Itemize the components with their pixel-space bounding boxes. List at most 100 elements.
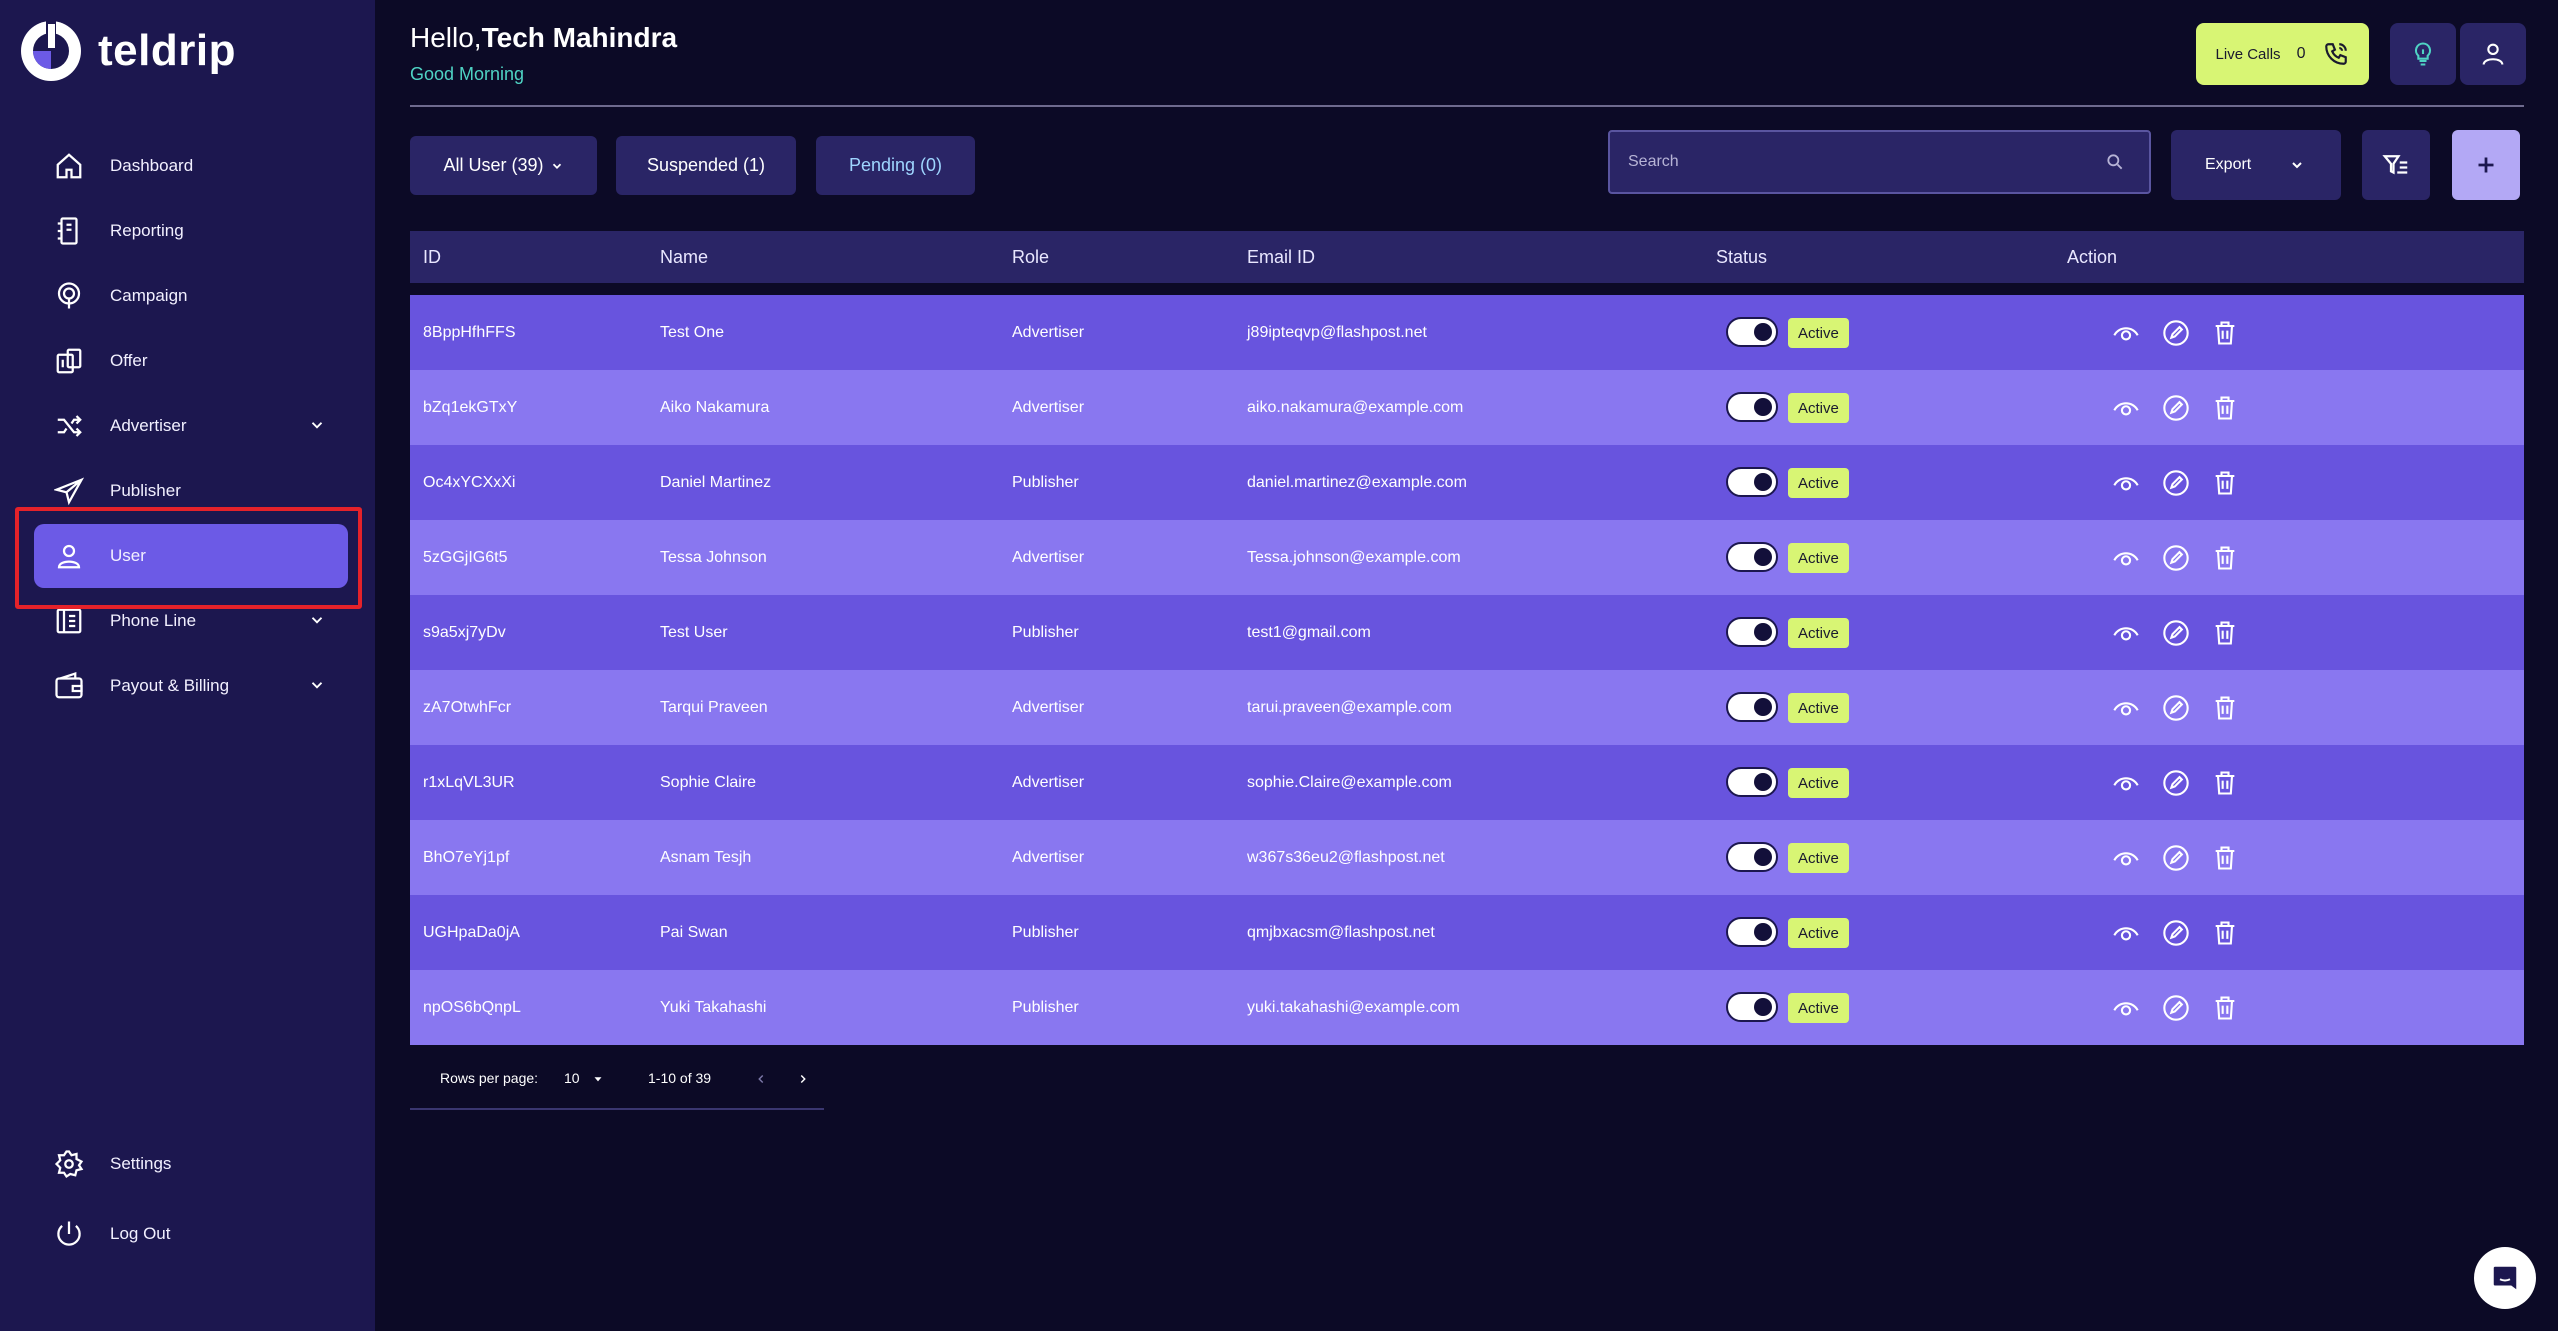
tips-button[interactable] — [2390, 23, 2456, 85]
chevron-down-icon[interactable] — [308, 416, 326, 434]
sidebar-item-advertiser[interactable]: Advertiser — [34, 394, 348, 458]
header-divider — [410, 105, 2524, 107]
sidebar-item-offer[interactable]: Offer — [34, 329, 348, 393]
export-button[interactable]: Export — [2171, 130, 2341, 200]
delete-button[interactable] — [2211, 694, 2239, 722]
status-toggle[interactable] — [1726, 467, 1778, 497]
delete-button[interactable] — [2211, 769, 2239, 797]
sidebar-item-label: Reporting — [110, 221, 184, 240]
column-header-email[interactable]: Email ID — [1247, 247, 1315, 268]
edit-button[interactable] — [2162, 469, 2190, 497]
status-toggle[interactable] — [1726, 767, 1778, 797]
live-calls-button[interactable]: Live Calls 0 — [2196, 23, 2369, 85]
sidebar-item-logout[interactable]: Log Out — [34, 1202, 348, 1266]
brand-logo[interactable]: teldrip — [18, 18, 236, 84]
status-toggle[interactable] — [1726, 542, 1778, 572]
edit-button[interactable] — [2162, 844, 2190, 872]
delete-button[interactable] — [2211, 394, 2239, 422]
profile-button[interactable] — [2460, 23, 2526, 85]
filter-button[interactable] — [2362, 130, 2430, 200]
sidebar-item-label: Payout & Billing — [110, 676, 230, 695]
view-button[interactable] — [2112, 694, 2140, 722]
status-toggle[interactable] — [1726, 992, 1778, 1022]
page-range: 1-10 of 39 — [648, 1070, 712, 1086]
edit-button[interactable] — [2162, 919, 2190, 947]
chevron-left-icon — [758, 1074, 764, 1084]
prev-page-button[interactable] — [754, 1072, 768, 1089]
status-toggle[interactable] — [1726, 917, 1778, 947]
chevron-down-icon[interactable] — [308, 611, 326, 629]
cell-role: Advertiser — [1012, 398, 1085, 416]
chevron-down-icon[interactable] — [308, 676, 326, 694]
column-header-status[interactable]: Status — [1716, 247, 1767, 268]
status-toggle[interactable] — [1726, 392, 1778, 422]
filter-all-user-button[interactable]: All User (39) — [410, 136, 597, 195]
edit-icon — [2163, 845, 2189, 871]
delete-button[interactable] — [2211, 469, 2239, 497]
edit-button[interactable] — [2162, 694, 2190, 722]
status-toggle[interactable] — [1726, 317, 1778, 347]
edit-button[interactable] — [2162, 994, 2190, 1022]
rows-per-page-select[interactable]: 10 — [564, 1070, 605, 1086]
status-toggle[interactable] — [1726, 617, 1778, 647]
column-header-role[interactable]: Role — [1012, 247, 1049, 268]
status-badge: Active — [1788, 618, 1849, 648]
edit-button[interactable] — [2162, 619, 2190, 647]
view-button[interactable] — [2112, 469, 2140, 497]
delete-button[interactable] — [2211, 619, 2239, 647]
status-toggle[interactable] — [1726, 692, 1778, 722]
view-button[interactable] — [2112, 994, 2140, 1022]
table-row: 5zGGjIG6t5 Tessa Johnson Advertiser Tessa.j… — [410, 520, 2524, 595]
sidebar: teldrip Dashboard Reporting Campaign Off… — [0, 0, 375, 1331]
wallet-icon — [54, 671, 84, 701]
next-page-button[interactable] — [796, 1072, 810, 1089]
status-badge: Active — [1788, 693, 1849, 723]
table-row: BhO7eYj1pf Asnam Tesjh Advertiser w367s36eu… — [410, 820, 2524, 895]
phone-call-icon — [2325, 43, 2348, 65]
delete-button[interactable] — [2211, 319, 2239, 347]
edit-button[interactable] — [2162, 544, 2190, 572]
add-user-button[interactable] — [2452, 130, 2520, 200]
edit-icon — [2163, 470, 2189, 496]
column-header-name[interactable]: Name — [660, 247, 708, 268]
sidebar-item-reporting[interactable]: Reporting — [34, 199, 348, 263]
trash-icon — [2215, 771, 2235, 795]
view-button[interactable] — [2112, 919, 2140, 947]
sidebar-item-dashboard[interactable]: Dashboard — [34, 134, 348, 198]
view-button[interactable] — [2112, 319, 2140, 347]
sidebar-item-payout-billing[interactable]: Payout & Billing — [34, 654, 348, 718]
delete-button[interactable] — [2211, 844, 2239, 872]
edit-icon — [2163, 995, 2189, 1021]
column-header-id[interactable]: ID — [423, 247, 441, 268]
status-toggle[interactable] — [1726, 842, 1778, 872]
delete-button[interactable] — [2211, 544, 2239, 572]
view-button[interactable] — [2112, 619, 2140, 647]
chat-icon — [2493, 1266, 2517, 1290]
rows-per-page-value: 10 — [564, 1070, 580, 1086]
cell-role: Publisher — [1012, 473, 1079, 491]
cell-email: aiko.nakamura@example.com — [1247, 398, 1464, 416]
view-button[interactable] — [2112, 769, 2140, 797]
filter-pending-button[interactable]: Pending (0) — [816, 136, 975, 195]
sidebar-item-campaign[interactable]: Campaign — [34, 264, 348, 328]
edit-button[interactable] — [2162, 769, 2190, 797]
search-icon[interactable] — [2105, 152, 2125, 172]
table-header: ID Name Role Email ID Status Action — [410, 231, 2524, 283]
filter-suspended-button[interactable]: Suspended (1) — [616, 136, 796, 195]
column-header-action: Action — [2067, 246, 2118, 267]
delete-button[interactable] — [2211, 994, 2239, 1022]
search-input[interactable] — [1626, 152, 2105, 172]
home-icon — [54, 151, 84, 181]
cell-role: Advertiser — [1012, 773, 1085, 791]
edit-button[interactable] — [2162, 394, 2190, 422]
delete-button[interactable] — [2211, 919, 2239, 947]
view-button[interactable] — [2112, 844, 2140, 872]
chat-support-button[interactable] — [2474, 1247, 2536, 1309]
view-button[interactable] — [2112, 394, 2140, 422]
trash-icon — [2215, 996, 2235, 1020]
view-button[interactable] — [2112, 544, 2140, 572]
sidebar-item-label: Phone Line — [110, 611, 197, 630]
edit-button[interactable] — [2162, 319, 2190, 347]
sidebar-item-settings[interactable]: Settings — [34, 1132, 348, 1196]
cell-role: Publisher — [1012, 998, 1079, 1016]
